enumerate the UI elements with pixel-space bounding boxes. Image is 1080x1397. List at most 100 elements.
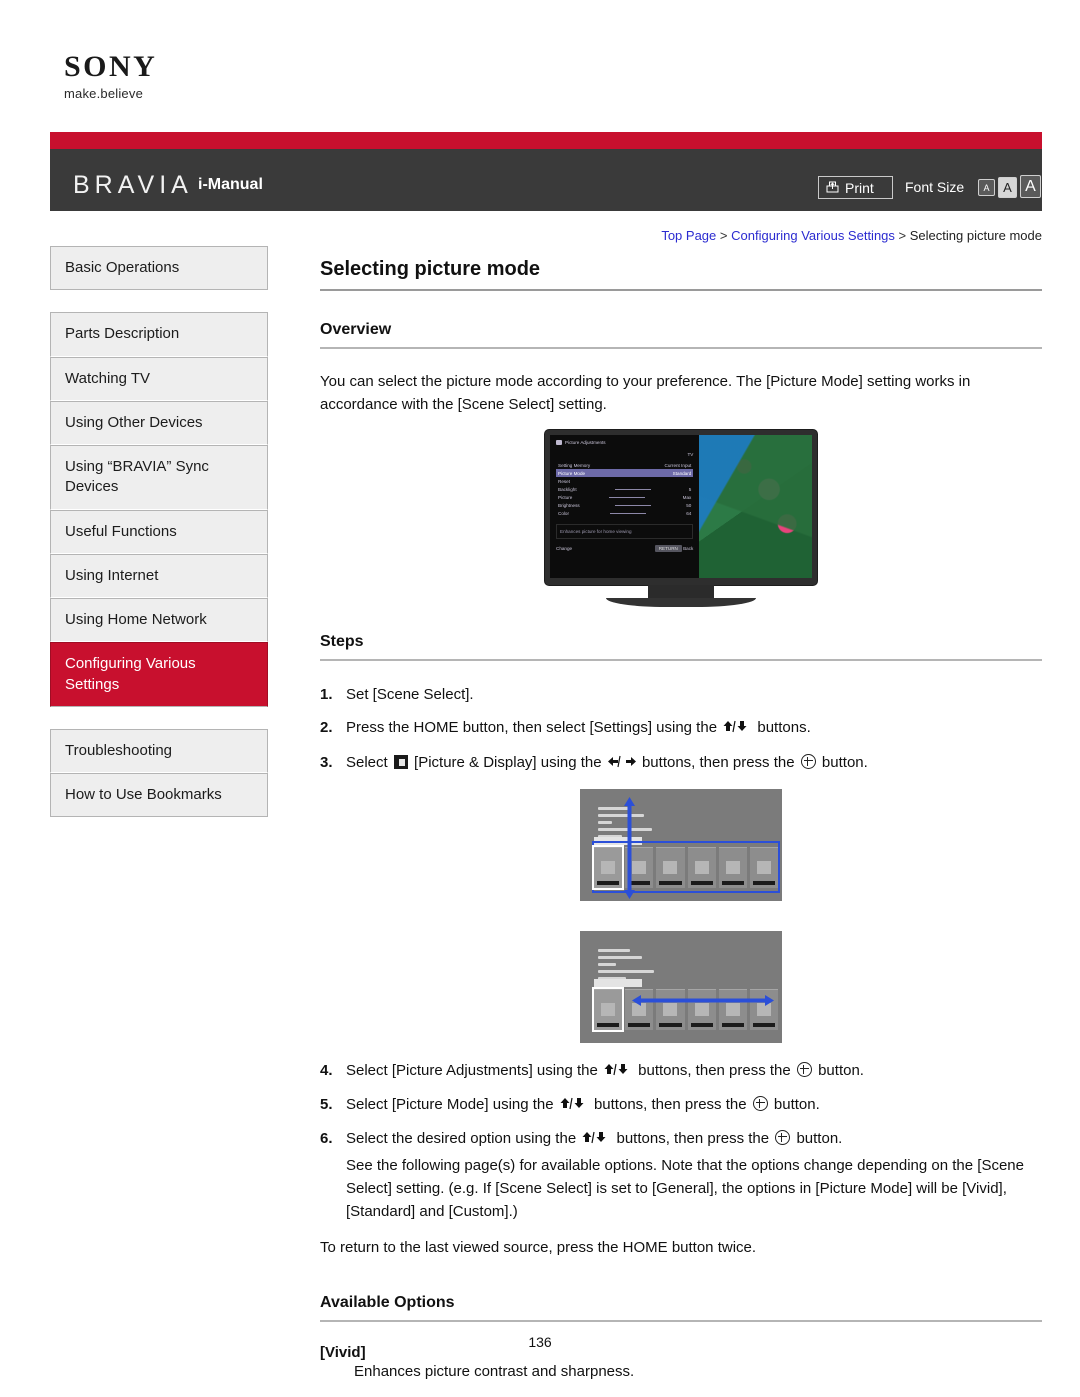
steps-list-4-6: 4. Select [Picture Adjustments] using th…	[320, 1059, 1042, 1224]
step-number: 6.	[320, 1130, 333, 1148]
up-down-arrows-icon	[603, 1060, 633, 1083]
step-text: Select [Picture & Display] using the but…	[346, 751, 1042, 775]
tv-illustration: Picture Adjustments TV Setting Memory Cu…	[320, 430, 1042, 607]
step-text: Select [Picture Mode] using the buttons,…	[346, 1093, 1042, 1117]
tv-row-value: 50	[686, 502, 692, 508]
step-text: Press the HOME button, then select [Sett…	[346, 716, 1042, 740]
overview-divider	[320, 347, 1042, 349]
print-icon	[825, 180, 840, 195]
step-5: 5. Select [Picture Mode] using the butto…	[320, 1093, 1042, 1117]
sidebar-item-basic-operations[interactable]: Basic Operations	[50, 246, 268, 291]
step-6: 6. Select the desired option using the b…	[320, 1127, 1042, 1223]
vertical-arrow-overlay-icon	[624, 796, 635, 899]
step-1: 1. Set [Scene Select].	[320, 683, 1042, 706]
tv-row-value: 5	[688, 486, 692, 492]
step-text-tail: button.	[821, 753, 868, 771]
step-text-pre: Select [Picture Mode] using the	[346, 1096, 558, 1113]
sidebar-item-troubleshooting[interactable]: Troubleshooting	[50, 728, 268, 773]
tv-row-name: Backlight	[558, 486, 577, 492]
font-size-medium-button[interactable]: A	[998, 177, 1017, 198]
main-content: Selecting picture mode Overview You can …	[320, 258, 1042, 1380]
sony-wordmark: SONY	[64, 50, 158, 83]
sidebar-item-configuring-various-settings[interactable]: Configuring Various Settings	[50, 642, 268, 707]
sony-logo: SONY make.believe	[64, 50, 304, 102]
sidebar-group-2: Parts Description Watching TV Using Othe…	[50, 312, 268, 707]
step-text-tail: button.	[796, 1130, 843, 1148]
tv-foot-chip: RETURN	[654, 545, 682, 552]
step-text-post: buttons.	[757, 719, 811, 737]
menu-tile	[749, 846, 779, 888]
tv-menu-note: Enhances picture for home viewing	[556, 524, 694, 539]
sidebar-item-how-to-use-bookmarks[interactable]: How to Use Bookmarks	[50, 773, 268, 818]
home-menu-screenshot-wrap	[320, 788, 1042, 901]
tv-menu-title: Picture Adjustments	[565, 440, 606, 445]
tv-row-value: 64	[686, 510, 692, 516]
picture-display-icon	[393, 754, 408, 769]
step-text-pre: Select	[346, 753, 392, 771]
tv-column-headers: Setting Memory Current Input	[556, 461, 693, 469]
bravia-logo: BRAVIA	[73, 171, 193, 199]
tv-row-slider	[609, 512, 646, 514]
menu-tile	[591, 986, 625, 1032]
tv-col-left: Setting Memory	[558, 462, 591, 468]
horizontal-arrow-overlay-icon	[632, 993, 776, 1006]
tv-col-right: Current Input	[664, 462, 692, 468]
step-6-note: See the following page(s) for available …	[346, 1156, 1024, 1221]
tv-row-name: Brightness	[558, 502, 580, 508]
sidebar-item-using-bravia-sync-devices[interactable]: Using “BRAVIA” Sync Devices	[50, 445, 268, 510]
overview-paragraph: You can select the picture mode accordin…	[320, 373, 971, 413]
breadcrumb-item-configuring-various-settings[interactable]: Configuring Various Settings	[731, 228, 895, 243]
closing-note: To return to the last viewed source, pre…	[320, 1239, 757, 1257]
sidebar-item-parts-description[interactable]: Parts Description	[50, 312, 268, 357]
page-number: 136	[528, 1334, 552, 1350]
breadcrumb-item-current: Selecting picture mode	[909, 228, 1042, 243]
menu-tile	[656, 846, 685, 888]
breadcrumb-separator: >	[898, 228, 907, 243]
menu-tile	[687, 846, 716, 888]
step-text-pre: Select the desired option using the	[346, 1130, 581, 1148]
tv-photo-flowers	[699, 435, 812, 578]
sidebar-item-using-other-devices[interactable]: Using Other Devices	[50, 400, 268, 445]
tv-foot-left: Change	[556, 546, 573, 551]
step-text: Select the desired option using the butt…	[346, 1127, 1042, 1223]
sidebar-item-watching-tv[interactable]: Watching TV	[50, 356, 268, 401]
step-text-post: buttons, then press the	[641, 753, 799, 771]
sidebar-item-useful-functions[interactable]: Useful Functions	[50, 509, 268, 554]
font-size-large-button[interactable]: A	[1020, 175, 1041, 198]
tv-row-backlight: Backlight 5	[556, 485, 693, 493]
menu-highlight-bar	[594, 978, 642, 987]
tv-row-picture-mode: Picture Mode Standard	[556, 469, 694, 477]
available-options-divider	[320, 1319, 1042, 1322]
step-text-tail: button.	[773, 1096, 820, 1113]
tv-row-name: Color	[558, 510, 569, 516]
tv-corner-label: TV	[687, 452, 694, 457]
step-number: 4.	[320, 1061, 333, 1079]
available-options-heading: Available Options	[320, 1293, 455, 1311]
sidebar-group-3: Troubleshooting How to Use Bookmarks	[50, 728, 268, 818]
enter-button-icon	[796, 1061, 812, 1077]
up-down-arrows-icon	[581, 1128, 611, 1151]
step-number: 3.	[320, 753, 333, 771]
font-size-controls[interactable]: A A A	[978, 175, 1041, 198]
sidebar-navigation: Basic Operations Parts Description Watch…	[50, 246, 268, 839]
menu-tile	[591, 844, 625, 890]
picture-display-screenshot	[580, 930, 782, 1043]
steps-divider	[320, 659, 1042, 661]
font-size-small-button[interactable]: A	[978, 179, 995, 196]
tv-bezel: Picture Adjustments TV Setting Memory Cu…	[545, 430, 817, 585]
menu-tile	[718, 846, 747, 888]
sidebar-group-1: Basic Operations	[50, 246, 268, 291]
step-2: 2. Press the HOME button, then select [S…	[320, 716, 1042, 740]
print-button[interactable]: Print	[818, 176, 893, 199]
title-divider	[320, 289, 1042, 291]
sidebar-item-using-home-network[interactable]: Using Home Network	[50, 598, 268, 643]
breadcrumb-item-top-page[interactable]: Top Page	[661, 228, 716, 243]
step-text-post: buttons, then press the	[593, 1096, 751, 1113]
tv-foot-right: Back	[683, 546, 694, 551]
step-text-pre: Press the HOME button, then select [Sett…	[346, 719, 722, 737]
tv-row-value: Max	[682, 494, 692, 500]
breadcrumb-separator: >	[719, 228, 728, 243]
tv-row-value: Standard	[672, 470, 692, 476]
tv-menu-footer: Change RETURN Back	[556, 545, 694, 552]
sidebar-item-using-internet[interactable]: Using Internet	[50, 553, 268, 598]
